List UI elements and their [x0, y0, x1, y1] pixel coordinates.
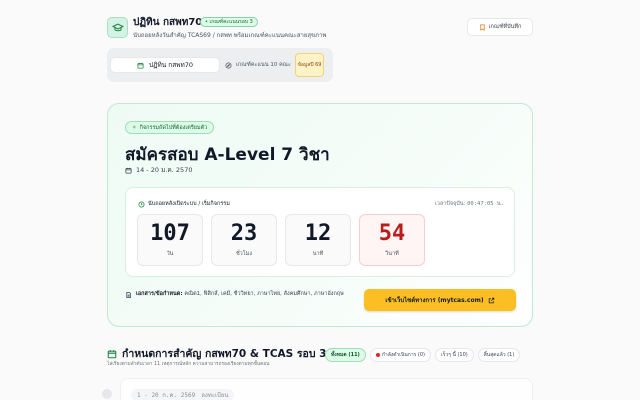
schedule-subtitle: ไล่เรียงตามลำดับเวลา 11 เหตุการณ์หลัก คว… [107, 362, 270, 367]
timeline-item-tag: ลงทะเบียน [201, 392, 229, 399]
event-date: 14 - 20 ม.ค. 2570 [125, 165, 192, 175]
countdown-label: นับถอยหลังเปิดระบบ / เริ่มกิจกรรม [138, 200, 230, 208]
calendar-icon [137, 62, 144, 68]
data-year-tag: ข้อมูลปี 69 [295, 53, 324, 77]
event-title: สมัครสอบ A-Level 7 วิชา [125, 145, 330, 165]
calendar-icon [125, 167, 132, 173]
saved-criteria-button[interactable]: เกณฑ์ที่บันทึก [467, 18, 533, 36]
filter-upcoming[interactable]: เร็วๆ นี้ (10) [435, 348, 474, 362]
filter-ended[interactable]: สิ้นสุดแล้ว (1) [477, 348, 521, 362]
countdown-minutes-value: 12 [304, 221, 332, 246]
countdown-hours: 23 ชั่วโมง [211, 214, 277, 266]
official-website-button[interactable]: เข้าเว็บไซต์ทางการ (mytcas.com) [364, 289, 516, 311]
saved-criteria-label: เกณฑ์ที่บันทึก [488, 24, 522, 30]
compass-icon [225, 62, 232, 68]
countdown-days-value: 107 [150, 221, 190, 246]
current-time-label: เวลาปัจจุบัน: [434, 201, 466, 207]
tab-criteria-label: เกณฑ์คะแนน 10 คณะ [236, 61, 291, 68]
current-time: เวลาปัจจุบัน: 00:47:05 น. [435, 200, 504, 208]
documents-label: เอกสาร/ข้อกำหนด: [136, 291, 183, 297]
timeline-item-date: 1 - 20 ก.ค. 2569 ลงทะเบียน [131, 389, 235, 400]
document-icon [126, 292, 131, 298]
app-subtitle: นับถอยหลังวันสำคัญ TCAS69 / กสพท พร้อมเก… [133, 32, 327, 39]
next-event-pill: ✧ กิจกรรมถัดไปที่ต้องเตรียมตัว [125, 121, 215, 134]
filter-upcoming-label: เร็วๆ นี้ (10) [441, 352, 468, 358]
countdown-days: 107 วัน [137, 214, 203, 266]
next-event-pill-label: กิจกรรมถัดไปที่ต้องเตรียมตัว [139, 124, 208, 131]
view-tabs: ปฏิทิน กสพท70 เกณฑ์คะแนน 10 คณะ ข้อมูลปี… [107, 48, 333, 82]
countdown-seconds: 54 วินาที [359, 214, 425, 266]
countdown-seconds-value: 54 [378, 221, 406, 246]
countdown-panel: นับถอยหลังเปิดระบบ / เริ่มกิจกรรม เวลาปั… [125, 187, 515, 277]
current-time-value: 00:47:05 น. [467, 201, 504, 207]
official-website-label: เข้าเว็บไซต์ทางการ (mytcas.com) [385, 297, 484, 304]
filter-in-progress-label: กำลังดำเนินการ (0) [381, 352, 425, 358]
countdown-minutes: 12 นาที [285, 214, 351, 266]
filter-ended-label: สิ้นสุดแล้ว (1) [483, 352, 515, 358]
countdown-label-text: นับถอยหลังเปิดระบบ / เริ่มกิจกรรม [148, 201, 230, 207]
schedule-filters: ทั้งหมด (11) กำลังดำเนินการ (0) เร็วๆ นี… [325, 348, 521, 362]
countdown-minutes-unit: นาที [312, 251, 324, 257]
countdown-seconds-unit: วินาที [385, 251, 399, 257]
sparkle-icon: ✧ [132, 124, 137, 131]
timeline-item[interactable]: 1 - 20 ก.ค. 2569 ลงทะเบียน [120, 378, 533, 400]
next-event-card: ✧ กิจกรรมถัดไปที่ต้องเตรียมตัว สมัครสอบ … [107, 103, 533, 327]
calendar-icon [107, 349, 117, 358]
documents-text: คณิต1, ฟิสิกส์, เคมี, ชีววิทยา, ภาษาไทย,… [184, 291, 344, 297]
event-date-text: 14 - 20 ม.ค. 2570 [136, 166, 193, 174]
external-link-icon [488, 297, 494, 303]
tab-criteria[interactable]: เกณฑ์คะแนน 10 คณะ [225, 54, 293, 76]
filter-in-progress[interactable]: กำลังดำเนินการ (0) [369, 348, 431, 362]
clock-icon [138, 201, 145, 207]
event-documents: เอกสาร/ข้อกำหนด: คณิต1, ฟิสิกส์, เคมี, ช… [125, 290, 350, 299]
filter-all[interactable]: ทั้งหมด (11) [325, 348, 366, 362]
status-badge: • เกณฑ์คะแนนรอบ 3 [200, 17, 258, 27]
graduation-cap-icon [107, 17, 128, 38]
timeline-dot [102, 389, 112, 399]
app-header: ปฏิทิน กสพท70 • เกณฑ์คะแนนรอบ 3 นับถอยหล… [107, 14, 533, 44]
timeline-item-date-text: 1 - 20 ก.ค. 2569 [137, 392, 196, 399]
tab-calendar-label: ปฏิทิน กสพท70 [148, 61, 194, 69]
filter-all-label: ทั้งหมด (11) [331, 352, 360, 358]
tab-calendar[interactable]: ปฏิทิน กสพท70 [110, 57, 220, 73]
countdown-hours-unit: ชั่วโมง [235, 251, 253, 257]
status-dot-icon [375, 353, 380, 357]
app-title: ปฏิทิน กสพท70 [133, 17, 203, 28]
bookmark-icon [480, 24, 485, 31]
countdown-hours-value: 23 [230, 221, 258, 246]
countdown-days-unit: วัน [166, 251, 174, 257]
